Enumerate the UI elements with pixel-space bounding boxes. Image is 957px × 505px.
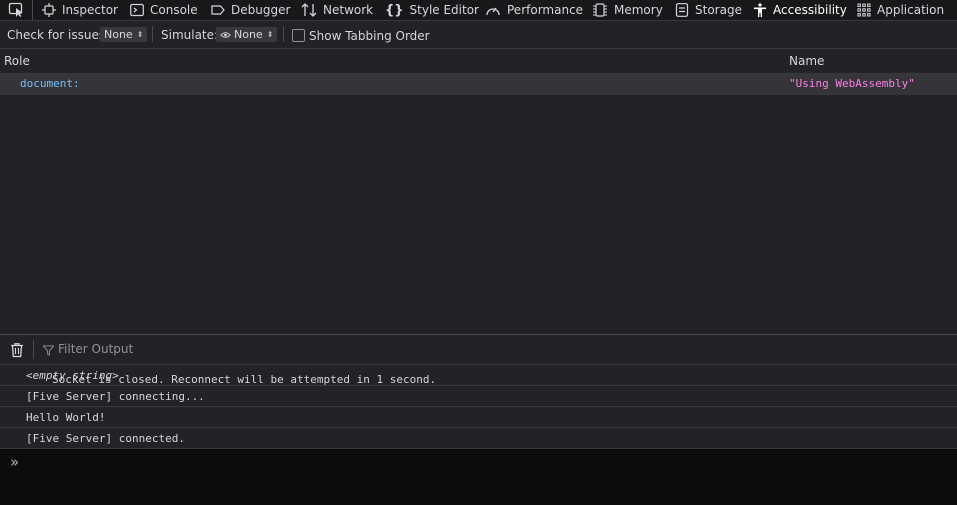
console-toolbar: Filter Output — [0, 335, 957, 365]
tabbing-order-checkbox[interactable] — [292, 29, 305, 42]
tab-performance[interactable]: Performance — [485, 0, 583, 20]
updown-arrow-icon: ⬍ — [266, 30, 274, 39]
tab-label: Application — [877, 3, 945, 17]
tab-inspector[interactable]: Inspector — [42, 0, 118, 20]
filter-separator — [152, 26, 153, 42]
tab-label: Accessibility — [773, 3, 847, 17]
tab-debugger[interactable]: Debugger — [211, 0, 290, 20]
filter-output-input[interactable]: Filter Output — [58, 342, 133, 356]
tab-memory[interactable]: Memory — [592, 0, 663, 20]
eye-icon — [220, 31, 231, 38]
console-toolbar-separator — [33, 340, 34, 359]
tab-console[interactable]: Console — [130, 0, 198, 20]
tab-label: Debugger — [231, 3, 291, 17]
prompt-chevron-icon: » — [10, 453, 20, 471]
console-message-text: Hello World! — [26, 411, 106, 424]
element-picker-icon[interactable] — [8, 2, 24, 18]
tab-label: Performance — [507, 3, 584, 17]
updown-arrow-icon: ⬍ — [136, 30, 144, 39]
tab-label: Storage — [695, 3, 742, 17]
simulate-value: None — [234, 28, 263, 41]
accessibility-person-icon — [754, 3, 766, 17]
tab-label: Console — [150, 3, 198, 17]
application-grid-icon — [857, 3, 871, 17]
storage-icon — [675, 3, 689, 17]
tree-row-name: "Using WebAssembly" — [789, 77, 915, 90]
inspector-icon — [42, 3, 56, 17]
tree-row-role: document: — [20, 77, 80, 90]
check-issues-label: Check for issues: — [7, 28, 110, 42]
tab-style-editor[interactable]: {} Style Editor — [385, 0, 479, 20]
console-message-text: [Five Server] connected. — [26, 432, 185, 445]
console-message: Hello World! — [0, 407, 957, 428]
tree-row[interactable]: document: "Using WebAssembly" — [0, 74, 957, 95]
console-message: [Five Server] connected. — [0, 428, 957, 449]
console-message-text: Socket is closed. Reconnect will be atte… — [52, 373, 437, 386]
trash-icon[interactable] — [9, 342, 25, 358]
tabbing-order-label[interactable]: Show Tabbing Order — [309, 29, 430, 43]
accessibility-tree-header: Role Name — [0, 49, 957, 74]
tab-accessibility[interactable]: Accessibility — [753, 0, 847, 20]
toolbar-separator — [32, 0, 33, 20]
console-message: Socket is closed. Reconnect will be atte… — [0, 365, 957, 386]
tab-storage[interactable]: Storage — [675, 0, 742, 20]
filter-funnel-icon — [43, 345, 54, 356]
network-icon — [301, 3, 317, 17]
console-message: [Five Server] connecting... — [0, 386, 957, 407]
role-column-header[interactable]: Role — [4, 54, 30, 68]
accessibility-filter-bar: Check for issues: None ⬍ Simulate: None … — [0, 21, 957, 49]
tab-label: Style Editor — [409, 3, 479, 17]
console-message-text: [Five Server] connecting... — [26, 390, 205, 403]
simulate-select[interactable]: None ⬍ — [216, 27, 278, 42]
check-issues-value: None — [104, 28, 133, 41]
devtools-toolbar: Inspector Console Debugger Network {} St… — [0, 0, 957, 21]
debugger-icon — [211, 5, 225, 15]
console-input[interactable]: » — [0, 449, 957, 505]
simulate-label: Simulate: — [161, 28, 219, 42]
name-column-header[interactable]: Name — [789, 54, 824, 68]
console-icon — [130, 3, 144, 17]
filter-separator — [283, 26, 284, 42]
tab-label: Network — [323, 3, 374, 17]
memory-chip-icon — [593, 3, 607, 17]
braces-icon: {} — [385, 2, 404, 18]
tab-label: Memory — [614, 3, 663, 17]
performance-gauge-icon — [486, 7, 500, 16]
check-issues-select[interactable]: None ⬍ — [100, 27, 148, 42]
tab-label: Inspector — [62, 3, 118, 17]
tab-network[interactable]: Network — [301, 0, 373, 20]
tab-application[interactable]: Application — [857, 0, 944, 20]
